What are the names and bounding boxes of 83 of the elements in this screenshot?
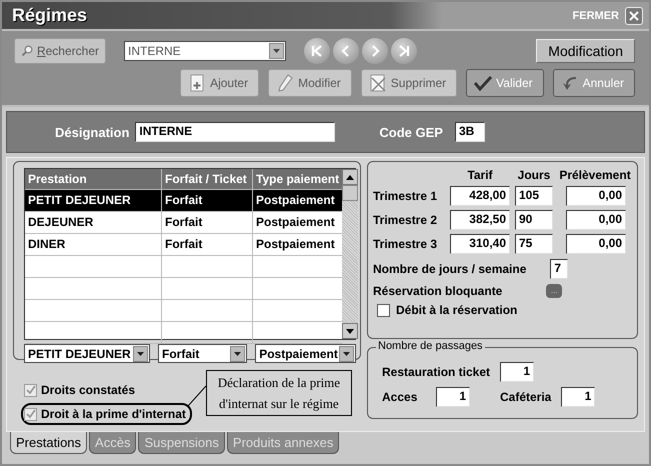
scroll-up-button[interactable] <box>342 169 358 185</box>
close-label: FERMER <box>572 10 619 22</box>
scroll-down-button[interactable] <box>342 323 358 339</box>
nav-first-button[interactable] <box>304 38 330 64</box>
undo-arrow-icon <box>560 74 579 92</box>
nav-last-button[interactable] <box>391 38 417 64</box>
days-per-week-field[interactable]: 7 <box>550 259 568 279</box>
group-legend: Nombre de passages <box>376 340 485 352</box>
cafeteria-label: Caféteria <box>500 390 552 404</box>
column-header[interactable]: Forfait / Ticket <box>162 169 253 189</box>
blocking-reservation-label: Réservation bloquante <box>373 284 502 298</box>
table-cell: Forfait <box>162 190 253 211</box>
table-row[interactable]: DINER Forfait Postpaiement <box>25 234 342 256</box>
days-per-week-label: Nombre de jours / semaine <box>373 262 526 276</box>
levy-field[interactable]: 0,00 <box>566 234 626 254</box>
trimester-label: Trimestre 1 <box>373 189 438 203</box>
table-cell-text: Postpaiement <box>255 214 336 231</box>
trimester-label: Trimestre 3 <box>373 237 438 251</box>
ticket-label: Restauration ticket <box>382 365 490 379</box>
levy-field[interactable]: 0,00 <box>566 210 626 230</box>
ticket-field[interactable]: 1 <box>500 362 534 382</box>
close-icon <box>629 10 639 20</box>
search-icon <box>21 43 33 59</box>
last-arrow-icon <box>398 45 410 57</box>
pencil-icon <box>276 74 294 92</box>
trimester-label: Trimestre 2 <box>373 213 438 227</box>
dropdown-icon <box>269 43 284 59</box>
column-header: Prélèvement <box>558 168 632 182</box>
cafeteria-field[interactable]: 1 <box>561 387 596 407</box>
column-header: Tarif <box>466 168 494 182</box>
dropdown-icon <box>339 346 354 362</box>
days-field[interactable]: 75 <box>515 234 553 254</box>
checkbox-label: Débit à la réservation <box>396 303 518 317</box>
code-gep-field[interactable]: 3B <box>454 122 485 142</box>
scrollbar-thumb[interactable] <box>342 185 358 201</box>
checkbox-label: Droit à la prime d'internat <box>41 407 186 421</box>
table-cell: Forfait <box>162 234 253 255</box>
record-combo[interactable]: INTERNE <box>124 41 286 61</box>
callout-note: Déclaration de la prime d'internat sur le régime <box>206 370 352 416</box>
checkmark-icon <box>474 74 492 92</box>
checkbox[interactable] <box>377 304 390 316</box>
designation-field[interactable]: INTERNE <box>135 122 336 142</box>
designation-label: Désignation <box>55 124 130 140</box>
tarif-field[interactable]: 428,00 <box>450 186 510 206</box>
close-button[interactable] <box>625 6 643 24</box>
tarif-field[interactable]: 382,50 <box>450 210 510 230</box>
column-header[interactable]: Prestation <box>25 169 162 189</box>
nav-next-button[interactable] <box>362 38 388 64</box>
table-row[interactable]: PETIT DEJEUNER Forfait Postpaiement <box>25 190 342 212</box>
column-header: Jours <box>516 168 552 182</box>
table-cell-text: Postpaiement <box>255 236 336 253</box>
tab[interactable]: Prestations <box>10 432 88 454</box>
nav-previous-button[interactable] <box>333 38 359 64</box>
cell-editor-combo[interactable]: PETIT DEJEUNER <box>24 344 150 363</box>
table-cell: DINER <box>25 234 162 255</box>
search-button[interactable]: Rechercher <box>14 38 106 64</box>
access-label: Acces <box>382 390 418 404</box>
column-header[interactable]: Type paiement <box>253 169 342 189</box>
cell-editor-combo[interactable]: Postpaiement <box>255 344 356 363</box>
up-triangle-icon <box>346 174 354 180</box>
window-title: Régimes <box>12 5 88 26</box>
cell-editor-combo[interactable]: Forfait <box>158 344 248 363</box>
dropdown-icon <box>133 346 148 362</box>
vertical-scrollbar[interactable] <box>342 169 358 339</box>
checkbox-label: Droits constatés <box>41 383 136 397</box>
days-field[interactable]: 105 <box>515 186 553 206</box>
first-arrow-icon <box>311 45 323 57</box>
dropdown-icon <box>230 346 246 362</box>
down-triangle-icon <box>346 328 354 334</box>
table-cell: PETIT DEJEUNER <box>25 190 162 211</box>
access-field[interactable]: 1 <box>436 387 470 407</box>
table-row[interactable]: DEJEUNER Forfait Postpaiement <box>25 212 342 234</box>
levy-field[interactable]: 0,00 <box>566 186 626 206</box>
code-gep-label: Code GEP <box>379 124 443 140</box>
table-cell: DEJEUNER <box>25 212 162 233</box>
days-field[interactable]: 90 <box>515 210 553 230</box>
mode-indicator: Modification <box>536 39 635 63</box>
cross-document-icon <box>368 74 387 92</box>
table-cell-text: Postpaiement <box>255 192 336 209</box>
ellipsis-button[interactable]: ... <box>546 284 562 298</box>
tarif-field[interactable]: 310,40 <box>450 234 510 254</box>
table-cell: Forfait <box>162 212 253 233</box>
plus-document-icon <box>188 74 206 92</box>
